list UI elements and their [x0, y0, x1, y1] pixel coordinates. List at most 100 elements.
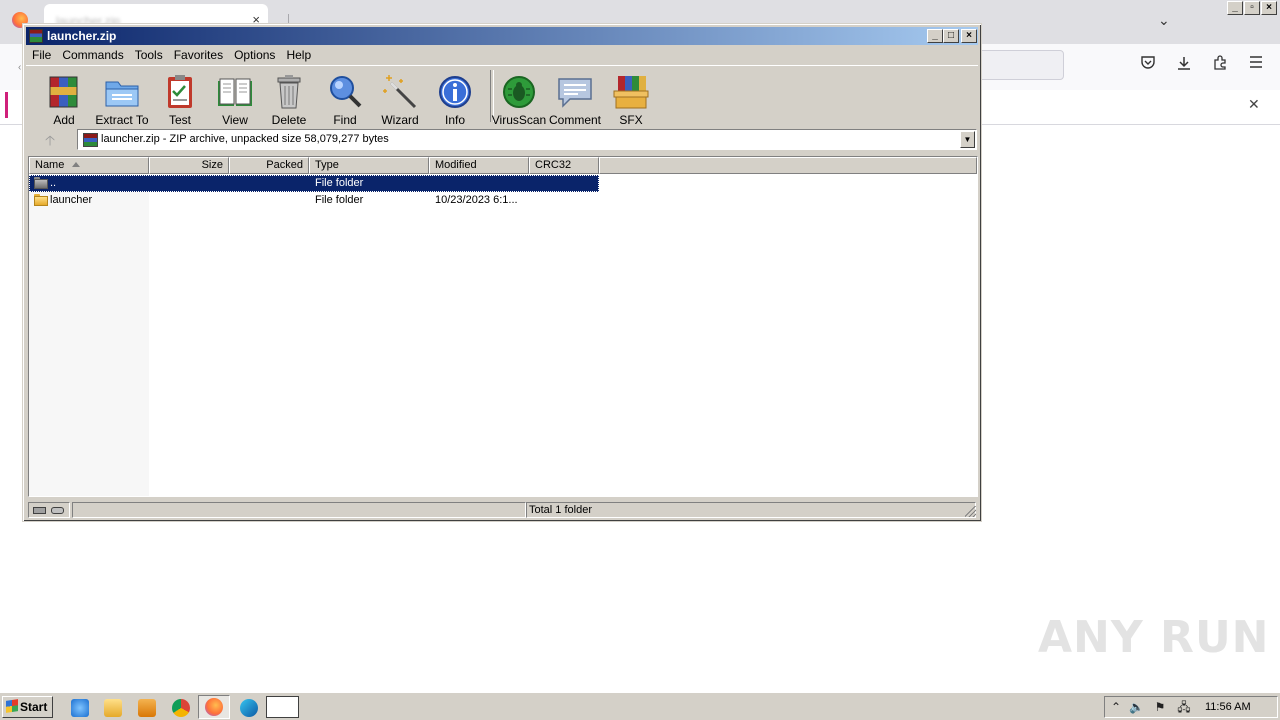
window-title: launcher.zip — [47, 29, 117, 43]
column-header-modified[interactable]: Modified — [429, 157, 529, 174]
notification-close-icon[interactable]: ✕ — [1248, 96, 1260, 113]
winrar-taskbar-button[interactable] — [266, 696, 299, 718]
path-dropdown-button[interactable]: ▼ — [960, 131, 975, 148]
menu-commands[interactable]: Commands — [56, 45, 128, 62]
file-explorer-icon[interactable] — [104, 699, 122, 717]
row-name: .. — [50, 177, 57, 189]
up-arrow-icon[interactable]: 🡡 — [32, 130, 68, 150]
wizard-button[interactable]: Wizard — [372, 70, 428, 127]
status-bar: Total 1 folder — [26, 501, 978, 519]
close-button[interactable]: × — [961, 29, 977, 43]
archive-path-field[interactable]: launcher.zip - ZIP archive, unpacked siz… — [77, 129, 977, 150]
parent-folder-icon — [34, 177, 48, 189]
menu-help[interactable]: Help — [280, 45, 316, 62]
column-header-packed[interactable]: Packed — [229, 157, 309, 174]
network-icon[interactable]: 🖧 — [1177, 700, 1191, 714]
add-archive-icon — [45, 73, 83, 111]
sfx-label: SFX — [619, 113, 643, 127]
file-list[interactable]: Name Size Packed Type Modified CRC32 .. … — [28, 156, 978, 497]
info-icon — [436, 73, 474, 111]
info-label: Info — [444, 113, 465, 127]
row-type: File folder — [315, 194, 364, 206]
delete-label: Delete — [271, 113, 307, 127]
view-label: View — [222, 113, 248, 127]
column-header-size[interactable]: Size — [149, 157, 229, 174]
menu-options[interactable]: Options — [228, 45, 280, 62]
winrar-app-icon[interactable] — [29, 29, 43, 43]
row-type: File folder — [315, 177, 364, 189]
pocket-icon[interactable] — [1138, 55, 1158, 73]
minimize-button[interactable]: _ — [927, 29, 943, 43]
row-modified: 10/23/2023 6:1... — [435, 194, 518, 206]
status-summary: Total 1 folder — [526, 502, 976, 518]
extract-to-button[interactable]: Extract To — [94, 70, 150, 127]
test-clipboard-icon — [161, 73, 199, 111]
winrar-titlebar[interactable]: launcher.zip _ □ × — [26, 27, 978, 45]
table-row[interactable]: launcher File folder 10/23/2023 6:1... — [29, 192, 599, 209]
start-button[interactable]: Start — [2, 696, 53, 718]
trash-icon — [270, 73, 308, 111]
add-button[interactable]: Add — [36, 70, 92, 127]
test-button[interactable]: Test — [152, 70, 208, 127]
internet-explorer-icon[interactable] — [71, 699, 89, 717]
drive-icon — [33, 507, 46, 514]
firefox-icon — [205, 698, 223, 716]
show-hidden-icons-icon[interactable]: ⌃ — [1109, 700, 1123, 714]
view-button[interactable]: View — [207, 70, 263, 127]
virusscan-button[interactable]: VirusScan — [491, 70, 547, 127]
firefox-taskbar-button[interactable] — [198, 695, 230, 719]
table-row[interactable]: .. File folder — [29, 175, 599, 192]
toolbar: Add Extract To Test View Delete Find Wiz… — [26, 65, 978, 127]
edge-icon[interactable] — [240, 699, 258, 717]
menu-file[interactable]: File — [26, 45, 56, 62]
extract-folder-icon — [103, 73, 141, 111]
find-button[interactable]: Find — [317, 70, 373, 127]
comment-label: Comment — [548, 113, 601, 127]
column-header-type[interactable]: Type — [309, 157, 429, 174]
magic-wand-icon — [381, 73, 419, 111]
archive-icon — [83, 133, 98, 147]
browser-url-bar[interactable] — [976, 50, 1064, 80]
browser-restore-button[interactable]: ▫ — [1244, 1, 1260, 15]
tab-list-chevron-icon[interactable]: ⌄ — [1158, 12, 1170, 29]
drive-panel[interactable] — [28, 502, 70, 518]
test-label: Test — [168, 113, 191, 127]
sfx-box-icon — [612, 73, 650, 111]
menu-favorites[interactable]: Favorites — [168, 45, 228, 62]
start-label: Start — [20, 700, 48, 714]
name-column-background — [29, 175, 149, 496]
row-name: launcher — [50, 194, 93, 206]
magnifier-icon — [326, 73, 364, 111]
comment-button[interactable]: Comment — [547, 70, 603, 127]
status-left-panel — [72, 502, 526, 518]
maximize-button[interactable]: □ — [943, 29, 959, 43]
clock[interactable]: 11:56 AM — [1205, 701, 1251, 713]
menu-icon[interactable] — [1246, 55, 1266, 73]
browser-close-button[interactable]: × — [1261, 1, 1277, 15]
column-header-name[interactable]: Name — [29, 157, 149, 174]
sfx-button[interactable]: SFX — [603, 70, 659, 127]
volume-icon[interactable]: 🔈 — [1129, 700, 1144, 714]
virusscan-label: VirusScan — [491, 113, 547, 127]
info-button[interactable]: Info — [427, 70, 483, 127]
extensions-icon[interactable] — [1210, 55, 1230, 73]
view-book-icon — [216, 73, 254, 111]
archive-path-text: launcher.zip - ZIP archive, unpacked siz… — [101, 133, 389, 145]
browser-minimize-button[interactable]: _ — [1227, 1, 1243, 15]
system-tray: ⌃ 🔈 ⚑ 🖧 11:56 AM — [1104, 696, 1278, 718]
chrome-icon[interactable] — [172, 699, 190, 717]
column-header-filler — [599, 157, 977, 174]
column-header-crc32[interactable]: CRC32 — [529, 157, 599, 174]
media-player-icon[interactable] — [138, 699, 156, 717]
download-icon[interactable] — [1174, 55, 1194, 73]
delete-button[interactable]: Delete — [261, 70, 317, 127]
resize-grip-icon[interactable] — [965, 506, 976, 517]
sort-ascending-icon — [72, 162, 80, 167]
action-center-flag-icon[interactable]: ⚑ — [1153, 700, 1167, 714]
windows-logo-icon — [6, 699, 18, 713]
menu-tools[interactable]: Tools — [129, 45, 168, 62]
folder-icon — [34, 194, 48, 206]
taskbar: Start ⌃ 🔈 ⚑ 🖧 11:56 AM — [0, 692, 1280, 720]
column-header-name-label: Name — [35, 159, 65, 171]
key-icon — [51, 507, 64, 514]
